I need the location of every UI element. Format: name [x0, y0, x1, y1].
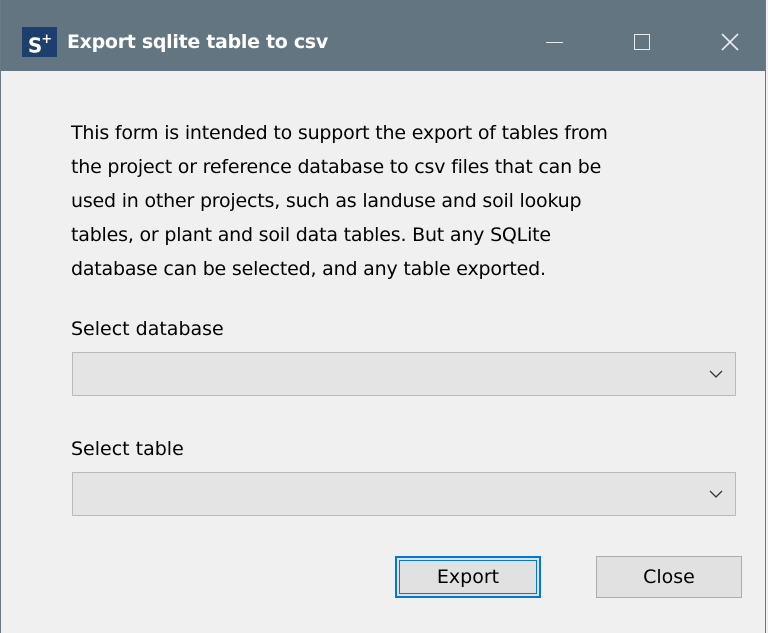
window-title: Export sqlite table to csv	[67, 31, 328, 53]
chevron-down-icon[interactable]	[709, 368, 723, 380]
database-combobox[interactable]	[72, 352, 736, 396]
app-icon-letter: S	[27, 33, 42, 58]
minimize-button[interactable]	[519, 16, 589, 68]
select-database-label: Select database	[71, 318, 224, 340]
select-table-label: Select table	[71, 438, 184, 460]
maximize-icon	[634, 34, 650, 51]
export-dialog-window: S+ Export sqlite table to csv This form …	[0, 0, 766, 633]
app-icon-superscript: +	[41, 32, 52, 47]
close-window-button[interactable]	[695, 16, 765, 68]
minimize-icon	[545, 41, 563, 43]
chevron-down-icon[interactable]	[709, 488, 723, 500]
table-combobox[interactable]	[72, 472, 736, 516]
close-icon	[721, 33, 739, 51]
export-button[interactable]: Export	[395, 556, 541, 598]
maximize-button[interactable]	[607, 16, 677, 68]
form-description: This form is intended to support the exp…	[71, 122, 608, 280]
close-button[interactable]: Close	[596, 556, 742, 598]
title-bar[interactable]: S+ Export sqlite table to csv	[1, 0, 765, 71]
app-logo-icon[interactable]: S+	[22, 27, 57, 58]
